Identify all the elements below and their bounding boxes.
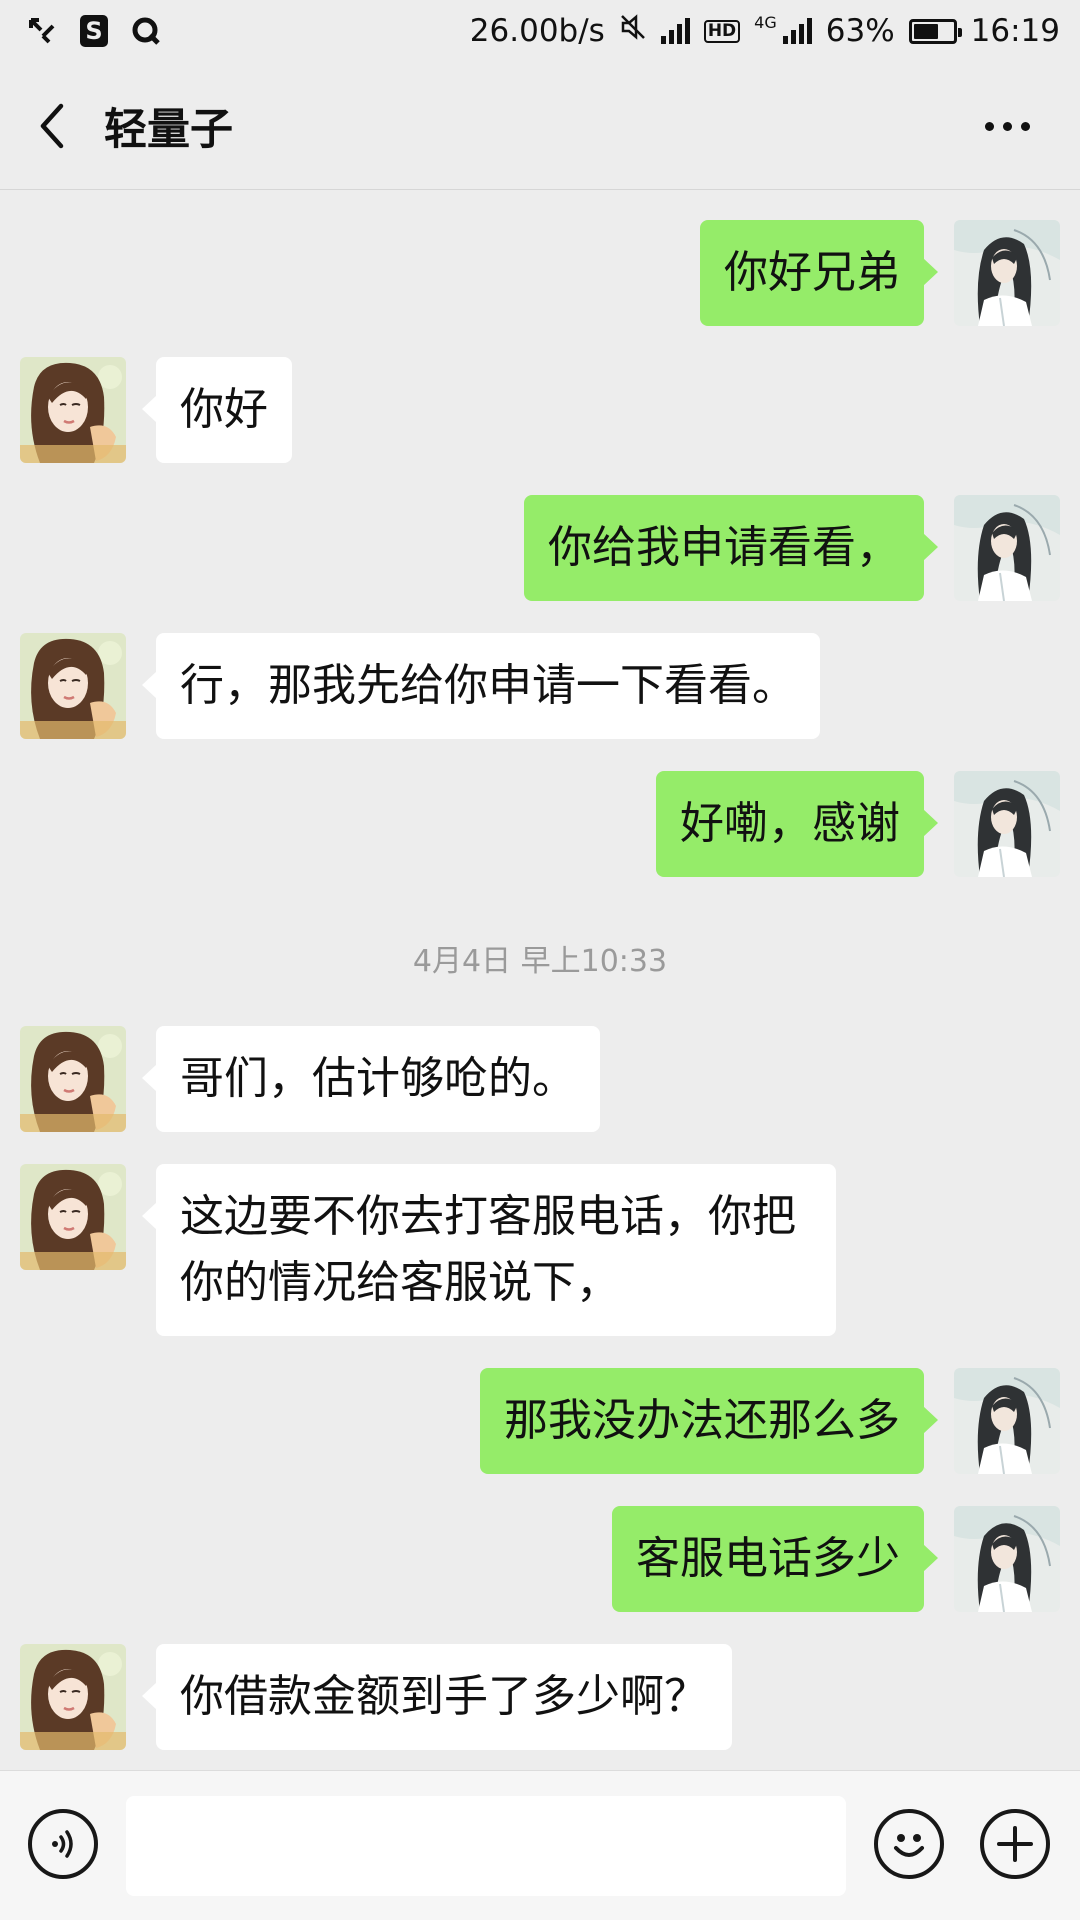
back-button[interactable]: [0, 62, 104, 190]
message-row: 那我没办法还那么多: [0, 1368, 1080, 1474]
my-avatar[interactable]: [954, 1506, 1060, 1612]
message-row: 你好兄弟: [0, 220, 1080, 326]
message-input[interactable]: [126, 1796, 846, 1896]
received-bubble[interactable]: 行，那我先给你申请一下看看。: [142, 633, 820, 739]
voice-button[interactable]: [28, 1809, 98, 1879]
sent-bubble[interactable]: 你给我申请看看，: [524, 495, 938, 601]
signal-icon-2: [782, 18, 812, 44]
message-row: 好嘞，感谢: [0, 771, 1080, 877]
received-bubble[interactable]: 这边要不你去打客服电话，你把你的情况给客服说下，: [142, 1164, 836, 1336]
battery-percent: 63%: [825, 13, 895, 49]
sent-bubble[interactable]: 客服电话多少: [612, 1506, 938, 1612]
chat-title: 轻量子: [104, 104, 233, 155]
message-row: 你给我申请看看，: [0, 495, 1080, 601]
more-dots-icon: [984, 121, 994, 131]
received-bubble[interactable]: 你借款金额到手了多少啊？: [142, 1644, 732, 1750]
plus-button[interactable]: [980, 1809, 1050, 1879]
voice-icon: [52, 1830, 73, 1858]
my-avatar[interactable]: [954, 220, 1060, 326]
contact-avatar[interactable]: [20, 1164, 126, 1270]
app-s-icon: S: [80, 15, 108, 47]
status-right: 26.00b/s HD 4G 63% 16:19: [470, 13, 1060, 49]
input-bar: [0, 1770, 1080, 1920]
contact-avatar[interactable]: [20, 633, 126, 739]
app-q-icon: [130, 15, 162, 47]
plus-icon: [997, 1826, 1033, 1862]
battery-icon: [908, 18, 962, 44]
status-left-icons: S: [26, 15, 162, 47]
network-speed: 26.00b/s: [469, 13, 605, 49]
contact-avatar[interactable]: [20, 357, 126, 463]
message-list[interactable]: 你好兄弟 你好 你给我申请看看， 行，那我先给你申请一下看看。 好嘞，感谢 4月…: [0, 191, 1080, 1770]
message-row: 这边要不你去打客服电话，你把你的情况给客服说下，: [0, 1164, 1080, 1336]
message-row: 哥们，估计够呛的。: [0, 1026, 1080, 1132]
received-bubble[interactable]: 你好: [142, 357, 292, 463]
chevron-left-icon: [40, 103, 64, 148]
my-avatar[interactable]: [954, 495, 1060, 601]
my-avatar[interactable]: [954, 1368, 1060, 1474]
message-row: 你好: [0, 357, 1080, 463]
message-row: 你借款金额到手了多少啊？: [0, 1644, 1080, 1750]
sent-bubble[interactable]: 好嘞，感谢: [656, 771, 938, 877]
hd-badge: HD: [703, 19, 741, 43]
more-button[interactable]: [972, 102, 1042, 150]
received-bubble[interactable]: 哥们，估计够呛的。: [142, 1026, 600, 1132]
emoji-icon: [894, 1834, 924, 1857]
status-bar: S 26.00b/s HD 4G 63% 16:19: [0, 0, 1080, 62]
my-avatar[interactable]: [954, 771, 1060, 877]
missed-call-icon: [26, 15, 58, 47]
sent-bubble[interactable]: 那我没办法还那么多: [480, 1368, 938, 1474]
message-timestamp: 4月4日 早上10:33: [412, 944, 668, 979]
contact-avatar[interactable]: [20, 1026, 126, 1132]
signal-icon: [660, 18, 690, 44]
mute-icon: [619, 13, 647, 49]
clock: 16:19: [970, 13, 1060, 49]
chat-header: 轻量子: [0, 62, 1080, 190]
contact-avatar[interactable]: [20, 1644, 126, 1750]
emoji-button[interactable]: [874, 1809, 944, 1879]
network-type: 4G: [754, 13, 777, 32]
message-row: 行，那我先给你申请一下看看。: [0, 633, 1080, 739]
sent-bubble[interactable]: 你好兄弟: [700, 220, 938, 326]
message-row: 客服电话多少: [0, 1506, 1080, 1612]
